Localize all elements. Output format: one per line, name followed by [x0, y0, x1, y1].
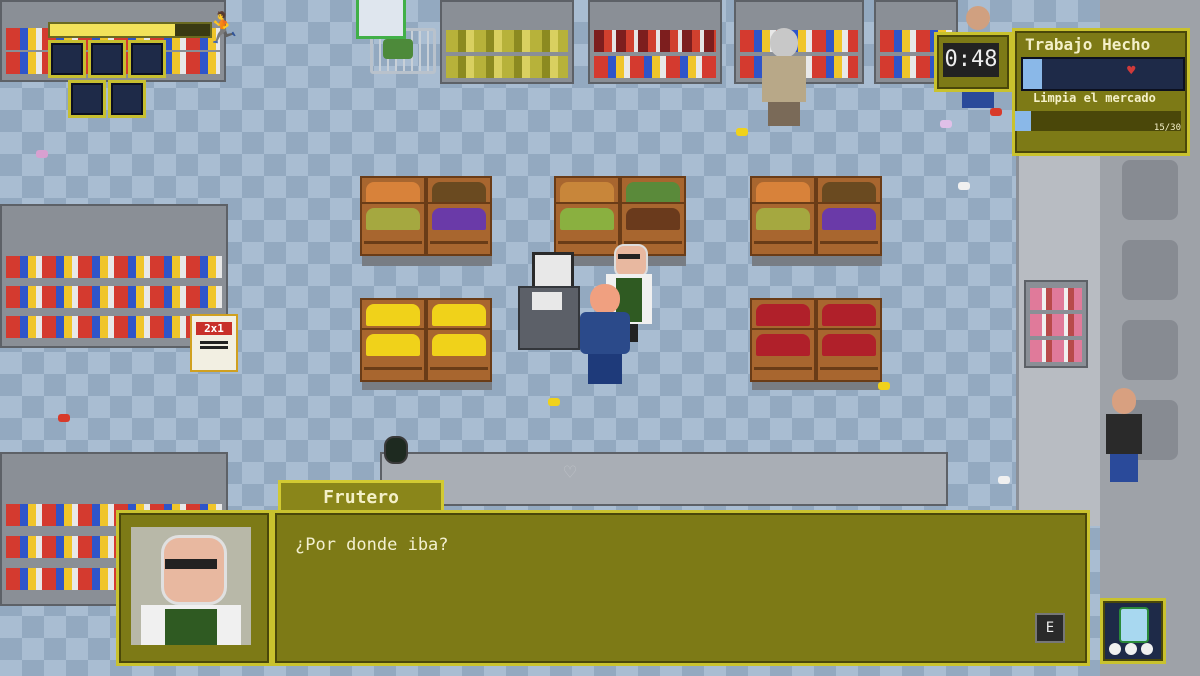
inventory-slot-3[interactable]: [128, 40, 166, 78]
task-label: Limpia el mercado: [1033, 91, 1156, 105]
green-door-frame: [356, 0, 406, 39]
running-man-icon: 🏃: [204, 11, 242, 46]
paper-trash[interactable]: [36, 150, 48, 158]
inventory-slot-5[interactable]: [108, 80, 146, 118]
produce-stall-1: [360, 176, 494, 266]
banana-peel-trash[interactable]: [878, 382, 890, 390]
heart-marker-icon: ♥: [1127, 63, 1136, 79]
heart-icon: ♡: [564, 460, 577, 484]
bald-shopper-character: [1106, 388, 1142, 484]
banana-peel-trash[interactable]: [548, 398, 560, 406]
inventory-slot-2[interactable]: [88, 40, 126, 78]
timer-panel: 0:48: [934, 32, 1012, 92]
wrapper-trash[interactable]: [990, 108, 1002, 116]
paper-trash[interactable]: [940, 120, 952, 128]
timer-display: 0:48: [943, 43, 999, 77]
elderly-shopper-character: [762, 28, 806, 128]
inventory-slot-1[interactable]: [48, 40, 86, 78]
promo-sign: 2x1: [190, 314, 238, 372]
wrapper-trash[interactable]: [58, 414, 70, 422]
banana-stall: [360, 298, 494, 390]
top-shelf-center: [588, 0, 722, 84]
job-title: Trabajo Hecho: [1025, 35, 1151, 54]
paper-trash[interactable]: [998, 476, 1010, 484]
paper-trash[interactable]: [958, 182, 970, 190]
dialog-box[interactable]: ¿Por donde iba? E: [272, 510, 1090, 666]
promo-sign-label: 2x1: [196, 322, 232, 335]
speaker-portrait-frame: [116, 510, 272, 666]
produce-stall-3: [750, 176, 884, 266]
speaker-name: Frutero: [323, 487, 399, 508]
dialog-text: ¿Por donde iba?: [295, 535, 449, 555]
bottom-counter: [380, 452, 948, 506]
spray-bottle-icon: [1119, 607, 1149, 643]
task-progress-count: 15/30: [1153, 123, 1181, 133]
equipped-tool-slot[interactable]: [1100, 598, 1166, 664]
player-janitor-character: [580, 284, 630, 388]
banana-peel-trash[interactable]: [736, 128, 748, 136]
job-panel: Trabajo Hecho ♥ Limpia el mercado 15/30: [1012, 28, 1190, 156]
weighing-scale: [518, 252, 580, 352]
top-shelf-produce-cart-area: [440, 0, 574, 84]
right-shelf-small: [1024, 280, 1088, 368]
job-progress-bar: ♥: [1021, 57, 1185, 91]
energy-bar: [48, 22, 212, 38]
tomato-stall: [750, 298, 884, 390]
continue-key-prompt[interactable]: E: [1035, 613, 1065, 643]
speaker-portrait: [131, 527, 251, 645]
inventory-slot-4[interactable]: [68, 80, 106, 118]
trash-bag[interactable]: [384, 436, 408, 464]
